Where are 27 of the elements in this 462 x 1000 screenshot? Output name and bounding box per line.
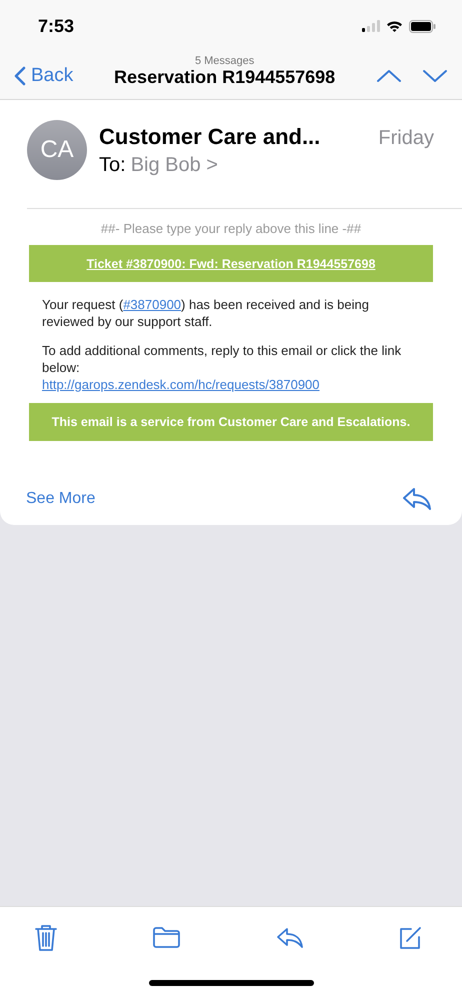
chevron-up-icon[interactable]	[376, 68, 402, 82]
comments-paragraph: To add additional comments, reply to this email or click the link below:	[42, 342, 402, 376]
request-link[interactable]: http://garops.zendesk.com/hc/requests/3870900	[42, 376, 423, 393]
ticket-number-link[interactable]: #3870900	[123, 297, 182, 312]
back-button[interactable]: Back	[14, 64, 74, 86]
clock-time: 7:53	[38, 16, 74, 36]
reply-icon[interactable]	[402, 487, 432, 511]
sender-name: Customer Care and...	[99, 124, 320, 150]
thread-title: Reservation R1944557698	[114, 67, 336, 88]
message-date: Friday	[378, 126, 434, 150]
trash-icon[interactable]	[34, 924, 58, 952]
avatar: CA	[27, 120, 87, 180]
compose-icon[interactable]	[398, 926, 422, 950]
chevron-left-icon	[14, 66, 26, 86]
request-paragraph: Your request (#3870900) has been received and is being reviewed by our support staff.	[42, 296, 370, 330]
service-note: This email is a service from Customer Care and Escalations.	[52, 415, 410, 429]
to-label: To:	[99, 154, 126, 176]
wifi-icon	[386, 20, 403, 32]
folder-icon[interactable]	[152, 926, 182, 949]
reply-hint: ##- Please type your reply above this line -##	[100, 221, 362, 236]
recipient-link[interactable]: Big Bob >	[130, 154, 218, 176]
chevron-down-icon[interactable]	[422, 68, 448, 82]
signal-icon	[362, 20, 380, 32]
reply-icon[interactable]	[276, 926, 304, 948]
battery-icon	[409, 20, 436, 32]
message-count: 5 Messages	[194, 55, 254, 67]
see-more-button[interactable]: See More	[26, 490, 96, 508]
